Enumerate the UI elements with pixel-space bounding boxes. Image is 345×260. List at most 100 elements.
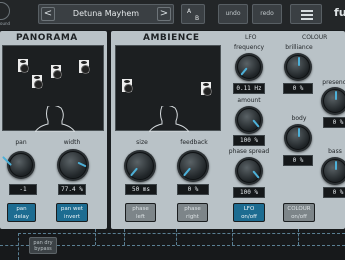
routing-line [232, 229, 233, 245]
panorama-display[interactable] [2, 45, 104, 132]
phase-spread-knob[interactable] [237, 159, 261, 183]
ab-b-label: B [195, 15, 200, 22]
routing-line [124, 229, 125, 245]
frequency-label: frequency [233, 44, 265, 51]
frequency-knob[interactable] [237, 55, 261, 79]
routing-line [18, 233, 19, 260]
pan-value[interactable]: -1 [9, 184, 37, 195]
logo: ound [0, 0, 26, 30]
width-label: width [63, 139, 81, 146]
brand-logo: fu [334, 6, 345, 19]
menu-button[interactable] [290, 4, 322, 24]
amount-value[interactable]: 100 % [233, 135, 265, 146]
frequency-knob-wrap [235, 53, 263, 81]
menu-icon-bar [301, 14, 313, 16]
routing-line [176, 229, 177, 245]
bass-value[interactable]: 0 % [323, 187, 345, 198]
routing-line [0, 245, 29, 246]
width-knob-indicator [77, 161, 87, 168]
routing-line [57, 245, 345, 246]
redo-button[interactable]: redo [252, 4, 282, 24]
width-value[interactable]: 77.4 % [58, 184, 86, 195]
amount-knob[interactable] [237, 108, 261, 132]
speaker-right-icon [200, 81, 212, 96]
pan-wet-invert-button[interactable]: pan wet invert [56, 203, 88, 222]
size-knob[interactable] [126, 152, 154, 180]
width-knob[interactable] [59, 151, 87, 179]
pan-delay-button[interactable]: pan delay [7, 203, 36, 222]
feedback-knob-wrap [177, 150, 209, 182]
power-icon[interactable] [0, 2, 10, 20]
amount-knob-wrap [235, 106, 263, 134]
brilliance-knob-wrap [284, 53, 312, 81]
body-label: body [291, 115, 307, 122]
routing-line [95, 229, 96, 245]
presence-knob[interactable] [323, 89, 345, 113]
speaker-icon[interactable] [17, 58, 29, 73]
preset-next-button[interactable]: > [157, 7, 171, 21]
listener-head-icon [149, 106, 189, 132]
logo-text: ound [0, 21, 11, 26]
colour-onoff-button[interactable]: COLOUR on/off [283, 203, 315, 222]
feedback-value[interactable]: 0 % [177, 184, 209, 195]
routing-line [18, 233, 345, 234]
size-knob-indicator [130, 167, 138, 177]
pan-label: pan [15, 139, 27, 146]
panorama-title: PANORAMA [16, 33, 78, 43]
pan-knob[interactable] [2, 153, 33, 177]
ambience-panel: AMBIENCE LFO COLOUR size feedback 50 ms … [111, 31, 345, 229]
frequency-value[interactable]: 0.11 Hz [233, 83, 265, 94]
phase-spread-knob-wrap [235, 157, 263, 185]
feedback-knob-indicator [183, 167, 191, 177]
ab-compare-button[interactable]: A B [181, 4, 205, 24]
bass-knob[interactable] [323, 159, 345, 183]
brilliance-label: brilliance [285, 44, 313, 51]
presence-knob-indicator [335, 91, 337, 100]
ambience-title: AMBIENCE [143, 33, 200, 43]
preset-prev-button[interactable]: < [41, 7, 55, 21]
ambience-display[interactable] [115, 45, 221, 132]
phase-spread-value[interactable]: 100 % [233, 187, 265, 198]
presence-knob-wrap [321, 87, 345, 115]
phase-left-button[interactable]: phase left [125, 203, 156, 222]
speaker-left-icon [121, 78, 133, 93]
speaker-icon[interactable] [31, 74, 43, 89]
bass-label: bass [328, 148, 342, 155]
feedback-label: feedback [180, 139, 208, 146]
lfo-title: LFO [245, 34, 257, 41]
body-knob-indicator [298, 128, 300, 137]
undo-button[interactable]: undo [218, 4, 248, 24]
menu-icon [301, 10, 313, 12]
bass-knob-wrap [321, 157, 345, 185]
frequency-knob-indicator [240, 67, 248, 76]
size-label: size [136, 139, 148, 146]
brilliance-value[interactable]: 0 % [283, 83, 313, 94]
panorama-panel: PANORAMA pan width -1 77.4 % pan delay p… [0, 31, 107, 229]
preset-name[interactable]: Detuna Mayhem [57, 9, 155, 18]
pan-knob-wrap [2, 151, 35, 179]
top-bar: ound < Detuna Mayhem > A B undo redo fu [0, 0, 345, 30]
presence-value[interactable]: 0 % [323, 117, 345, 128]
size-knob-wrap [124, 150, 156, 182]
pan-dry-bypass-button[interactable]: pan dry bypass [29, 237, 57, 254]
body-knob-wrap [284, 124, 312, 152]
listener-head-icon [35, 106, 75, 132]
colour-title: COLOUR [302, 34, 328, 41]
routing-line [298, 229, 299, 245]
phase-spread-knob-indicator [252, 170, 260, 179]
lfo-onoff-button[interactable]: LFO on/off [233, 203, 265, 222]
preset-selector[interactable]: < Detuna Mayhem > [38, 4, 174, 24]
presence-label: presence [322, 79, 345, 86]
brilliance-knob[interactable] [286, 55, 310, 79]
feedback-knob[interactable] [179, 152, 207, 180]
pan-knob-indicator [2, 156, 12, 166]
amount-knob-indicator [252, 119, 260, 128]
phase-right-button[interactable]: phase right [177, 203, 208, 222]
body-knob[interactable] [286, 126, 310, 150]
menu-icon-bar [301, 18, 313, 20]
size-value[interactable]: 50 ms [125, 184, 157, 195]
ab-a-label: A [187, 8, 192, 15]
body-value[interactable]: 0 % [283, 155, 313, 166]
speaker-icon[interactable] [50, 64, 62, 79]
speaker-icon[interactable] [78, 59, 90, 74]
